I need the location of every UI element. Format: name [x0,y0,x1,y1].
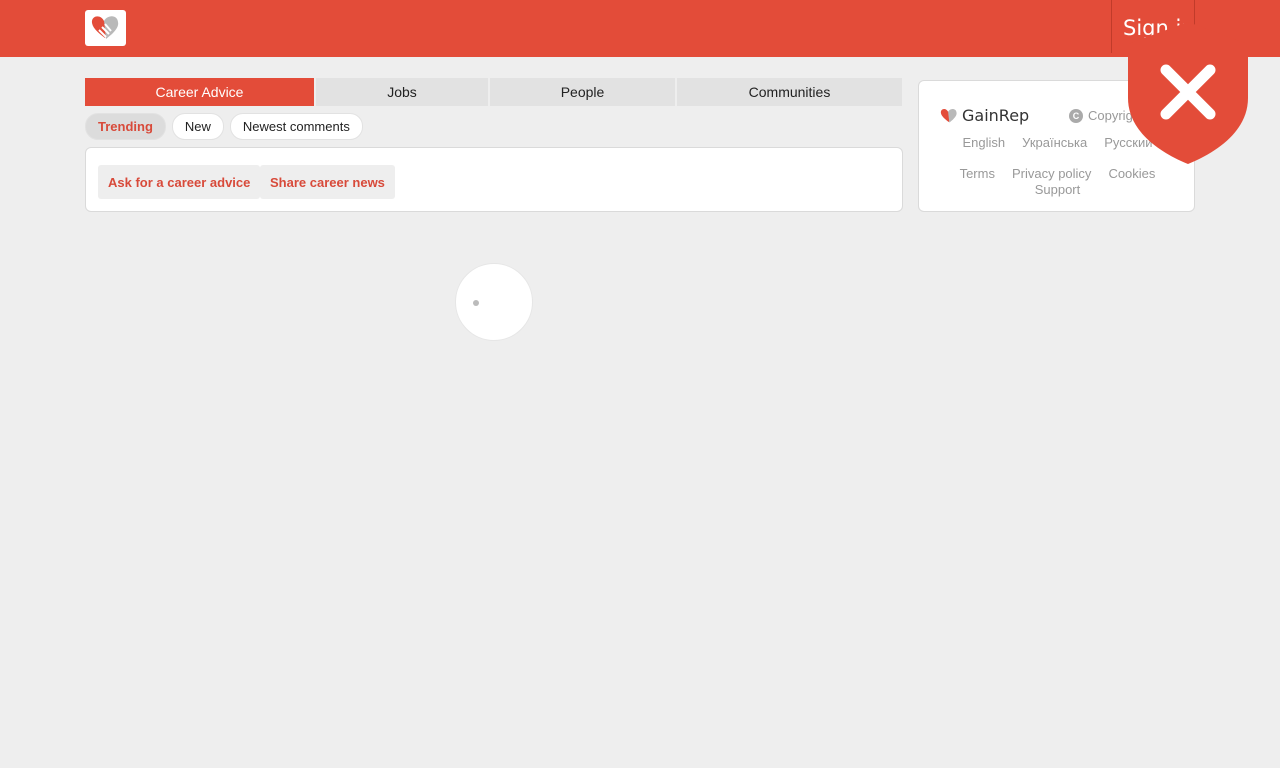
main-tabs: Career Advice Jobs People Communities [85,78,902,106]
handshake-heart-icon [91,16,119,39]
top-navbar: Sign in [0,0,1280,57]
post-actions-panel: Ask for a career advice Share career new… [85,147,903,212]
brand-name: GainRep [962,106,1030,125]
copyright-icon: C [1069,108,1083,123]
sort-filters: Trending New Newest comments [85,113,363,140]
filter-new[interactable]: New [171,113,224,140]
terms-link[interactable]: Terms [960,166,995,181]
footer-links: Terms Privacy policy Cookies [919,166,1196,181]
shield-close-icon[interactable] [1126,20,1250,166]
filter-trending[interactable]: Trending [85,113,166,140]
language-ukrainian[interactable]: Українська [1022,135,1087,150]
tab-people[interactable]: People [490,78,677,106]
home-logo-link[interactable] [85,10,126,46]
language-english[interactable]: English [963,135,1006,150]
tab-jobs[interactable]: Jobs [316,78,490,106]
ask-career-advice-button[interactable]: Ask for a career advice [98,165,261,199]
spinner-dot [473,300,479,306]
tab-communities[interactable]: Communities [677,78,902,106]
loading-spinner [455,263,533,341]
filter-newest-comments[interactable]: Newest comments [229,113,363,140]
brand-logo[interactable]: GainRep [939,106,1029,125]
support-link[interactable]: Support [919,182,1196,197]
share-career-news-button[interactable]: Share career news [260,165,395,199]
privacy-policy-link[interactable]: Privacy policy [1012,166,1091,181]
tab-career-advice[interactable]: Career Advice [85,78,316,106]
cookies-link[interactable]: Cookies [1108,166,1155,181]
handshake-heart-icon [940,108,957,123]
